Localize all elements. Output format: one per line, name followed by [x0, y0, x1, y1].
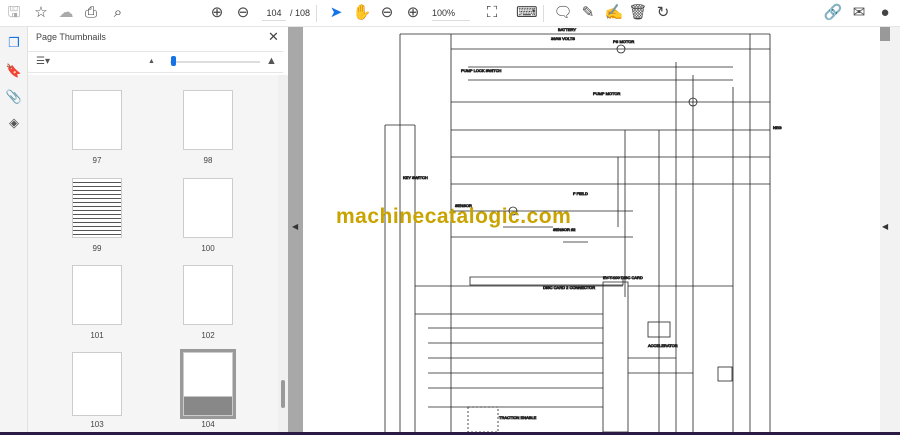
thumbnails-panel: Page Thumbnails ✕ ☰▾ ▲ ▲ 97 98 99 100 10…	[28, 27, 288, 432]
rotate-icon[interactable]: ↻	[653, 4, 673, 22]
zoom-select[interactable]: 100%	[432, 5, 470, 21]
thumbnail-label: 100	[201, 244, 215, 253]
small-thumb-icon[interactable]: ▲	[148, 58, 155, 65]
expand-right-arrow-icon[interactable]: ◀	[882, 222, 888, 231]
print-icon[interactable]: ⎙	[81, 4, 101, 22]
label-disc-card: EV-T-100 DISC CARD	[603, 275, 643, 280]
layers-icon[interactable]: ◈	[5, 115, 23, 133]
attachments-icon[interactable]: 📎	[5, 89, 23, 107]
thumbnail-page[interactable]	[183, 178, 233, 238]
watermark: machinecatalogic.com	[336, 205, 572, 228]
email-icon[interactable]: ✉	[849, 4, 869, 22]
label-volts: 36/48 VOLTS	[551, 36, 575, 41]
label-neg: NEG	[773, 125, 782, 130]
bookmarks-icon[interactable]: 🔖	[5, 63, 23, 81]
delete-icon[interactable]: 🗑	[628, 4, 648, 22]
panel-scrollbar[interactable]	[278, 75, 288, 432]
select-cursor-icon[interactable]: ➤	[326, 4, 346, 22]
next-page-icon[interactable]: ⊖	[233, 4, 253, 22]
thumbnail-list: 97 98 99 100 101 102 103 104	[28, 75, 278, 432]
thumbnail-label: 99	[92, 244, 102, 253]
wiring-schematic: BATTERY 36/48 VOLTS PS MOTOR PUMP LOCK S…	[384, 27, 782, 432]
page-number-input[interactable]: 104	[262, 5, 286, 21]
divider	[316, 5, 317, 22]
thumbnail-page[interactable]	[183, 90, 233, 150]
thumbnail-page[interactable]	[72, 178, 122, 238]
hand-tool-icon[interactable]: ✋	[352, 4, 372, 22]
zoom-in-icon[interactable]: ⊕	[403, 4, 423, 22]
thumbnail-page[interactable]	[72, 352, 122, 416]
comment-icon[interactable]: 🗨	[553, 4, 573, 22]
slider-knob[interactable]	[171, 56, 176, 66]
highlight-pen-icon[interactable]: ✎	[578, 4, 598, 22]
page-total: / 108	[290, 8, 311, 18]
collapse-left-arrow-icon[interactable]: ◀	[292, 222, 298, 231]
search-icon[interactable]: ⌕	[108, 4, 128, 22]
scroll-mode-icon[interactable]: ⌨	[516, 4, 538, 22]
close-panel-button[interactable]: ✕	[268, 29, 279, 45]
thumbnail-page[interactable]	[72, 90, 122, 150]
bookmark-star-icon[interactable]: ☆	[31, 4, 51, 22]
label-traction-enable: TRACTION ENABLE	[499, 415, 537, 420]
thumbnails-icon[interactable]: ❐	[5, 35, 23, 53]
label-disc-connector: DISC CARD 2 CONNECTOR	[543, 285, 595, 290]
label-key-switch: KEY SWITCH	[403, 175, 428, 180]
label-ps-motor: PS MOTOR	[613, 39, 634, 44]
thumbnail-label: 98	[203, 156, 213, 165]
document-page: BATTERY 36/48 VOLTS PS MOTOR PUMP LOCK S…	[303, 27, 880, 432]
account-icon[interactable]: ●	[875, 4, 895, 22]
page-fit-icon[interactable]: ⛶	[482, 4, 502, 22]
cloud-upload-icon[interactable]: ☁	[56, 4, 76, 22]
thumbnail-options-icon[interactable]: ☰▾	[36, 56, 50, 67]
thumbnail-page[interactable]	[72, 265, 122, 325]
sign-icon[interactable]: ✍	[604, 4, 624, 22]
prev-page-icon[interactable]: ⊕	[207, 4, 227, 22]
thumbnail-label: 102	[201, 331, 215, 340]
thumbnail-page-selected[interactable]	[180, 349, 236, 419]
toolbar: 🖫 ☆ ☁ ⎙ ⌕ ⊕ ⊖ 104 / 108 ➤ ✋ ⊖ ⊕ 100% ⛶ ⌨…	[0, 0, 900, 27]
scrollbar-thumb[interactable]	[281, 380, 285, 408]
zoom-out-icon[interactable]: ⊖	[377, 4, 397, 22]
large-thumb-icon[interactable]: ▲	[266, 55, 277, 67]
label-pump-motor: PUMP MOTOR	[593, 91, 621, 96]
scrollbar-thumb[interactable]	[880, 27, 890, 41]
left-rail: ❐ 🔖 📎 ◈	[0, 27, 28, 435]
label-accelerator: ACCELERATOR	[648, 343, 678, 348]
thumbnail-page[interactable]	[183, 265, 233, 325]
thumbnail-size-slider[interactable]	[170, 61, 260, 63]
divider	[543, 5, 544, 22]
thumbnail-label: 103	[90, 420, 104, 429]
thumbnail-label: 97	[92, 156, 102, 165]
panel-title: Page Thumbnails	[36, 32, 106, 42]
label-battery: BATTERY	[558, 27, 576, 32]
label-f-field: F FIELD	[573, 191, 588, 196]
label-pump-lock: PUMP LOCK SWITCH	[461, 68, 501, 73]
save-icon[interactable]: 🖫	[4, 4, 24, 22]
thumbnail-label: 101	[90, 331, 104, 340]
share-link-icon[interactable]: 🔗	[823, 4, 843, 22]
thumbnail-label: 104	[201, 420, 215, 429]
